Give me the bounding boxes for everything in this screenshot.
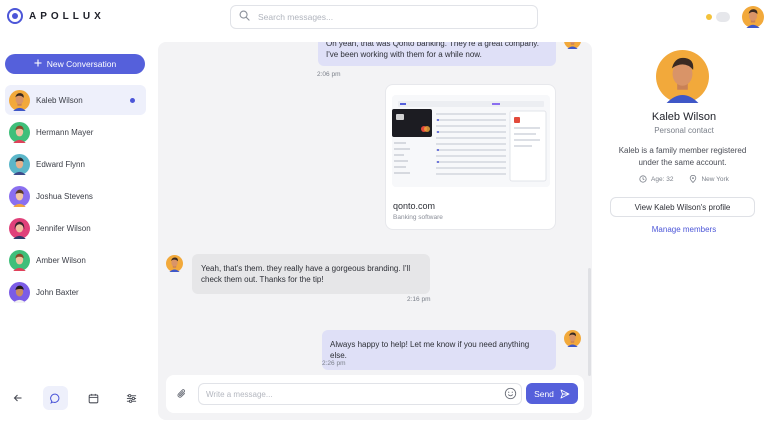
calendar-icon bbox=[88, 393, 99, 403]
user-avatar[interactable] bbox=[742, 6, 764, 28]
message-text: Always happy to help! Let me know if you… bbox=[330, 340, 530, 360]
bottom-nav bbox=[5, 386, 146, 410]
emoji-button[interactable] bbox=[504, 387, 517, 405]
avatar bbox=[564, 330, 581, 347]
chats-nav-button[interactable] bbox=[43, 386, 68, 410]
profile-meta: Age: 32 New York bbox=[600, 175, 768, 183]
avatar bbox=[9, 250, 30, 271]
message-time: 2:16 pm bbox=[407, 296, 431, 303]
avatar bbox=[9, 282, 30, 303]
paperclip-icon bbox=[177, 389, 185, 398]
message-input[interactable] bbox=[206, 389, 496, 399]
message-time: 2:06 pm bbox=[317, 71, 341, 78]
contact-name: Hermann Mayer bbox=[36, 127, 94, 137]
profile-name: Kaleb Wilson bbox=[651, 111, 717, 123]
avatar bbox=[9, 154, 30, 175]
avatar bbox=[564, 42, 581, 49]
contact-item-john-baxter[interactable]: John Baxter bbox=[5, 277, 146, 307]
unread-dot-icon bbox=[130, 98, 135, 103]
avatar bbox=[9, 218, 30, 239]
location-info: New York bbox=[689, 175, 729, 183]
plus-icon bbox=[34, 59, 42, 69]
contact-name: Joshua Stevens bbox=[36, 191, 93, 201]
contact-item-joshua-stevens[interactable]: Joshua Stevens bbox=[5, 181, 146, 211]
message-text: Oh yeah, that was Qonto banking. They're… bbox=[326, 42, 539, 59]
avatar bbox=[9, 186, 30, 207]
contact-item-jennifer-wilson[interactable]: Jennifer Wilson bbox=[5, 213, 146, 243]
contact-name: Jennifer Wilson bbox=[36, 223, 91, 233]
contact-item-edward-flynn[interactable]: Edward Flynn bbox=[5, 149, 146, 179]
contact-name: John Baxter bbox=[36, 287, 79, 297]
avatar bbox=[9, 90, 30, 111]
contact-item-kaleb-wilson[interactable]: Kaleb Wilson bbox=[5, 85, 146, 115]
manage-members-link[interactable]: Manage members bbox=[600, 225, 768, 234]
app-logo[interactable]: APOLLUX bbox=[7, 8, 105, 24]
sidebar: New Conversation Kaleb Wilson Hermann Ma… bbox=[0, 34, 152, 428]
link-preview-card[interactable]: qonto.com Banking software bbox=[385, 84, 556, 230]
new-conversation-button[interactable]: New Conversation bbox=[5, 54, 145, 74]
chat-icon bbox=[50, 393, 60, 404]
settings-sliders-icon bbox=[126, 393, 137, 403]
scrollbar[interactable] bbox=[588, 268, 591, 376]
view-profile-button[interactable]: View Kaleb Wilson's profile bbox=[610, 197, 755, 217]
location-pin-icon bbox=[690, 175, 697, 183]
contact-item-hermann-mayer[interactable]: Hermann Mayer bbox=[5, 117, 146, 147]
emoji-icon bbox=[504, 387, 517, 400]
link-subtitle: Banking software bbox=[393, 214, 443, 221]
calendar-nav-button[interactable] bbox=[81, 386, 106, 410]
message-bubble-outgoing: Oh yeah, that was Qonto banking. They're… bbox=[318, 42, 556, 66]
message-time: 2:26 pm bbox=[322, 360, 346, 367]
contact-name: Edward Flynn bbox=[36, 159, 85, 169]
message-text: Yeah, that's them. they really have a go… bbox=[201, 264, 411, 284]
send-button[interactable]: Send bbox=[526, 383, 578, 404]
age-text: Age: 32 bbox=[651, 175, 674, 183]
link-title: qonto.com bbox=[393, 201, 436, 211]
avatar bbox=[9, 122, 30, 143]
contact-name: Kaleb Wilson bbox=[36, 95, 83, 105]
location-text: New York bbox=[701, 175, 729, 183]
profile-role: Personal contact bbox=[654, 126, 714, 135]
chat-panel[interactable]: Oh yeah, that was Qonto banking. They're… bbox=[158, 42, 592, 420]
contact-item-amber-wilson[interactable]: Amber Wilson bbox=[5, 245, 146, 275]
new-conversation-label: New Conversation bbox=[46, 59, 117, 69]
logo-text: APOLLUX bbox=[29, 10, 105, 22]
toggle-switch[interactable] bbox=[716, 12, 730, 22]
logo-mark-icon bbox=[7, 8, 23, 24]
contact-name: Amber Wilson bbox=[36, 255, 86, 265]
sun-icon bbox=[706, 14, 712, 20]
top-bar: APOLLUX bbox=[0, 0, 768, 34]
contact-profile-panel: Kaleb Wilson Personal contact Kaleb is a… bbox=[600, 34, 768, 428]
profile-avatar bbox=[656, 50, 709, 103]
message-bubble-incoming: Yeah, that's them. they really have a go… bbox=[192, 254, 430, 294]
attach-button[interactable] bbox=[176, 387, 188, 405]
profile-description: Kaleb is a family member registered unde… bbox=[618, 146, 747, 167]
avatar bbox=[166, 255, 183, 272]
send-label: Send bbox=[534, 388, 554, 399]
contact-list: Kaleb Wilson Hermann Mayer Edward Flynn … bbox=[5, 85, 146, 309]
back-button[interactable] bbox=[5, 386, 30, 410]
settings-nav-button[interactable] bbox=[119, 386, 144, 410]
age-info: Age: 32 bbox=[639, 175, 673, 183]
message-input-field[interactable] bbox=[198, 383, 522, 405]
back-arrow-icon bbox=[13, 394, 21, 402]
message-composer: Send bbox=[166, 375, 584, 413]
search-box[interactable] bbox=[230, 5, 538, 29]
send-icon bbox=[560, 389, 570, 398]
message-bubble-outgoing: Always happy to help! Let me know if you… bbox=[322, 330, 556, 370]
search-input[interactable] bbox=[258, 12, 518, 22]
search-icon bbox=[239, 8, 250, 26]
theme-toggle[interactable] bbox=[706, 11, 732, 23]
clock-icon bbox=[639, 175, 647, 183]
website-screenshot-image bbox=[392, 95, 550, 187]
